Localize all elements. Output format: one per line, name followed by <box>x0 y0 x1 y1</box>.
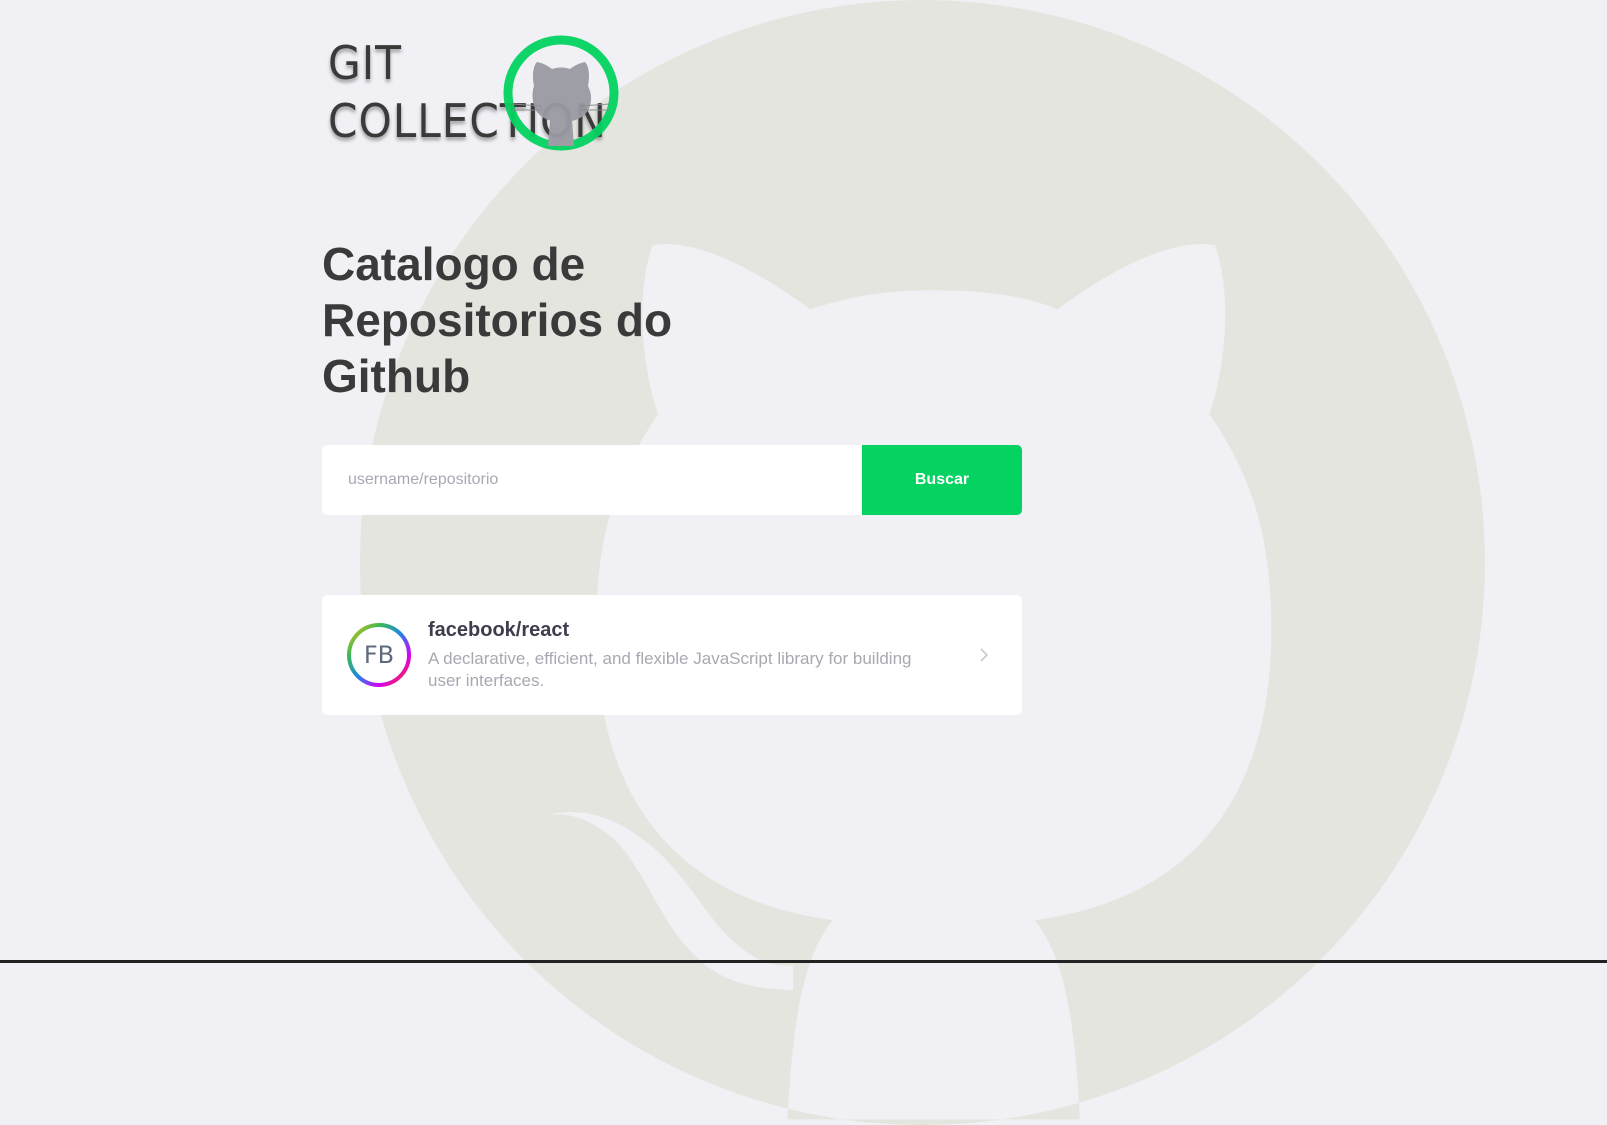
repo-owner-avatar: FB <box>347 623 411 687</box>
repository-info: facebook/react A declarative, efficient,… <box>428 619 954 692</box>
repository-list: FB facebook/react A declarative, efficie… <box>322 595 1022 715</box>
octocat-ring-icon <box>503 35 619 151</box>
search-button[interactable]: Buscar <box>862 445 1022 515</box>
search-form: Buscar <box>322 445 1022 515</box>
octocat-background-icon <box>360 0 1485 1125</box>
repository-name: facebook/react <box>428 618 570 641</box>
app-logo: GIT COLLECTION <box>322 34 622 152</box>
repository-card[interactable]: FB facebook/react A declarative, efficie… <box>322 595 1022 715</box>
repository-description: A declarative, efficient, and flexible J… <box>428 648 912 690</box>
page-title: Catalogo de Repositorios do Github <box>322 238 673 402</box>
repository-search-input[interactable] <box>322 445 862 515</box>
chevron-right-icon <box>980 648 989 662</box>
avatar-initials: FB <box>364 641 394 669</box>
